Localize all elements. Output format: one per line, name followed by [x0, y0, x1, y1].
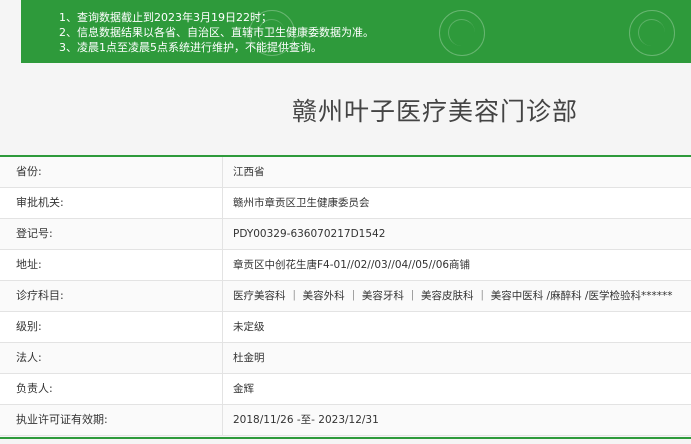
- table-row-approval-authority: 审批机关: 赣州市章贡区卫生健康委员会: [0, 188, 691, 219]
- watermark-logo-icon: [249, 10, 295, 56]
- row-value: 2018/11/26 -至- 2023/12/31: [233, 414, 379, 426]
- row-value: 章贡区中创花生唐F4-01//02//03//04//05//06商铺: [233, 259, 471, 271]
- page-title: 赣州叶子医疗美容门诊部: [292, 97, 579, 126]
- column-divider: [222, 157, 223, 187]
- notice-banner: 1、查询数据截止到2023年3月19日22时； 2、信息数据结果以各省、自治区、…: [21, 0, 691, 63]
- table-row-treatment-subjects: 诊疗科目: 医疗美容科 ｜ 美容外科 ｜ 美容牙科 ｜ 美容皮肤科 ｜ 美容中医…: [0, 281, 691, 312]
- notice-line-2: 2、信息数据结果以各省、自治区、直辖市卫生健康委数据为准。: [59, 26, 374, 39]
- row-label: 地址:: [16, 258, 42, 271]
- row-label: 诊疗科目:: [16, 289, 64, 302]
- watermark-logo-icon: [439, 10, 485, 56]
- column-divider: [222, 219, 223, 249]
- row-value: PDY00329-636070217D1542: [233, 228, 386, 240]
- table-row-province: 省份: 江西省: [0, 157, 691, 188]
- row-label: 法人:: [16, 351, 42, 364]
- row-value: 未定级: [233, 321, 265, 333]
- info-table: 省份: 江西省 审批机关: 赣州市章贡区卫生健康委员会 登记号: PDY0032…: [0, 157, 691, 436]
- row-value: 医疗美容科 ｜ 美容外科 ｜ 美容牙科 ｜ 美容皮肤科 ｜ 美容中医科 /麻醉科…: [233, 290, 673, 302]
- table-row-address: 地址: 章贡区中创花生唐F4-01//02//03//04//05//06商铺: [0, 250, 691, 281]
- table-bottom-border: [0, 437, 691, 439]
- row-value: 金辉: [233, 383, 254, 395]
- column-divider: [222, 312, 223, 342]
- table-row-legal-person: 法人: 杜金明: [0, 343, 691, 374]
- column-divider: [222, 250, 223, 280]
- table-row-person-in-charge: 负责人: 金辉: [0, 374, 691, 405]
- notice-line-3: 3、凌晨1点至凌晨5点系统进行维护，不能提供查询。: [59, 41, 322, 54]
- row-label: 负责人:: [16, 382, 53, 395]
- column-divider: [222, 188, 223, 218]
- column-divider: [222, 405, 223, 435]
- row-value: 江西省: [233, 166, 265, 178]
- row-label: 执业许可证有效期:: [16, 413, 108, 426]
- table-row-registration-number: 登记号: PDY00329-636070217D1542: [0, 219, 691, 250]
- column-divider: [222, 374, 223, 404]
- column-divider: [222, 343, 223, 373]
- row-value: 杜金明: [233, 352, 265, 364]
- table-row-license-validity: 执业许可证有效期: 2018/11/26 -至- 2023/12/31: [0, 405, 691, 436]
- row-label: 审批机关:: [16, 196, 64, 209]
- column-divider: [222, 281, 223, 311]
- table-row-level: 级别: 未定级: [0, 312, 691, 343]
- row-value: 赣州市章贡区卫生健康委员会: [233, 197, 370, 209]
- row-label: 登记号:: [16, 227, 53, 240]
- notice-line-1: 1、查询数据截止到2023年3月19日22时；: [59, 11, 272, 24]
- row-label: 级别:: [16, 320, 42, 333]
- watermark-logo-icon: [629, 10, 675, 56]
- row-label: 省份:: [16, 165, 42, 178]
